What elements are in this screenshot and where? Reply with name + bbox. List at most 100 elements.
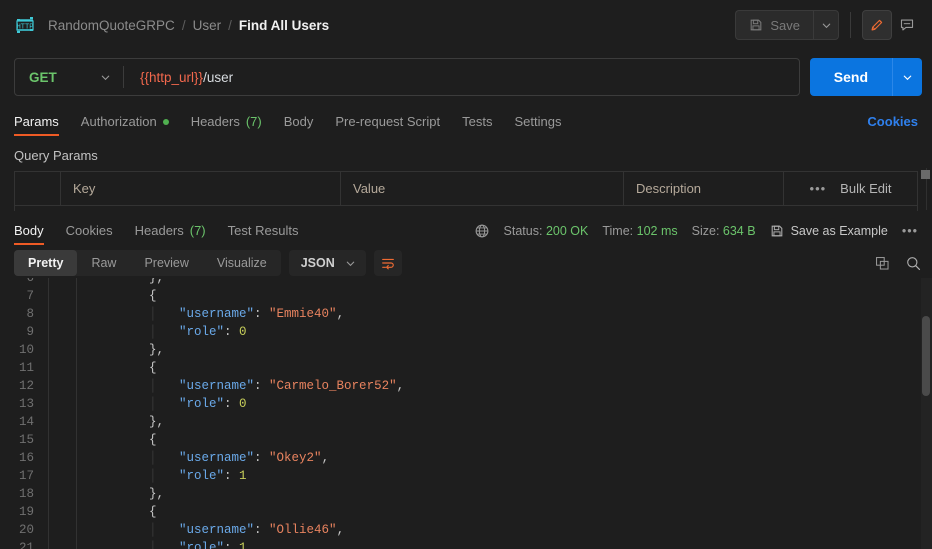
line-number: 10 <box>18 343 34 357</box>
ellipsis-icon[interactable]: ••• <box>810 181 827 196</box>
url-path: /user <box>203 69 234 85</box>
tab-settings-label: Settings <box>514 114 562 129</box>
code-token-num: 0 <box>239 397 247 411</box>
line-number: 19 <box>18 505 34 519</box>
comment-button[interactable] <box>892 10 922 40</box>
http-protocol-icon: HTTP <box>14 15 36 35</box>
send-options-button[interactable] <box>892 58 922 96</box>
code-line: 20 │ "username": "Ollie46", <box>0 521 932 539</box>
indent-guide <box>89 343 149 357</box>
comment-icon <box>899 17 915 33</box>
cookies-link[interactable]: Cookies <box>867 114 918 136</box>
code-token-punc: }, <box>149 278 165 285</box>
size-label: Size: <box>691 224 720 238</box>
response-body-viewer[interactable]: 6 }, 7 {8 │ "username": "Emmie40", 9 │ "ro… <box>0 278 932 549</box>
search-icon[interactable] <box>905 255 922 272</box>
code-token-num: 1 <box>239 541 247 549</box>
copy-icon[interactable] <box>874 255 891 272</box>
response-tab-cookies[interactable]: Cookies <box>66 223 113 245</box>
status-value: 200 OK <box>545 224 589 238</box>
code-token-punc: , <box>336 523 345 537</box>
save-button[interactable]: Save <box>735 10 813 40</box>
code-token-punc: }, <box>149 415 165 429</box>
code-line: 7 { <box>0 287 932 305</box>
breadcrumb-collection[interactable]: RandomQuoteGRPC <box>48 18 175 33</box>
indent-guide <box>89 289 149 303</box>
tab-headers[interactable]: Headers (7) <box>191 114 262 136</box>
code-text: }, <box>77 343 164 357</box>
code-token-punc: : <box>224 541 240 549</box>
code-text: }, <box>77 278 164 285</box>
send-button[interactable]: Send <box>809 58 892 96</box>
http-method-value: GET <box>29 69 57 85</box>
code-token-str: "Okey2" <box>269 451 322 465</box>
tab-tests[interactable]: Tests <box>462 114 492 136</box>
breadcrumb-request[interactable]: Find All Users <box>239 18 329 33</box>
chevron-down-icon <box>821 20 832 31</box>
gutter-divider <box>48 449 49 467</box>
line-number: 18 <box>18 487 34 501</box>
gutter-divider <box>48 467 49 485</box>
response-format-select[interactable]: JSON <box>288 250 366 276</box>
indent-guide: │ <box>89 523 180 537</box>
code-line: 15 { <box>0 431 932 449</box>
response-scrollbar[interactable] <box>921 278 932 549</box>
word-wrap-button[interactable] <box>373 250 402 276</box>
save-options-button[interactable] <box>813 10 839 40</box>
response-more-icon[interactable]: ••• <box>902 224 918 238</box>
view-mode-raw[interactable]: Raw <box>77 250 130 276</box>
code-token-punc: : <box>254 451 270 465</box>
gutter-divider <box>48 278 49 287</box>
select-all-checkbox-cell[interactable] <box>15 172 61 205</box>
response-scrollbar-thumb[interactable] <box>922 316 930 396</box>
globe-icon[interactable] <box>474 223 490 239</box>
view-mode-visualize[interactable]: Visualize <box>203 250 281 276</box>
params-scrollbar-thumb[interactable] <box>921 170 930 179</box>
request-tabs: Params Authorization Headers (7) Body Pr… <box>0 104 932 136</box>
save-as-example-button[interactable]: Save as Example <box>770 224 888 238</box>
breadcrumb-folder[interactable]: User <box>193 18 222 33</box>
response-tab-test-results[interactable]: Test Results <box>228 223 299 245</box>
code-token-punc: : <box>254 523 270 537</box>
response-tab-headers-count: (7) <box>189 223 206 238</box>
response-meta: Status: 200 OK Time: 102 ms Size: 634 B … <box>474 223 918 245</box>
indent-guide <box>89 487 149 501</box>
query-params-table: Key Value Description ••• Bulk Edit <box>14 171 918 211</box>
response-tab-headers[interactable]: Headers (7) <box>135 223 206 245</box>
view-mode-preview[interactable]: Preview <box>130 250 202 276</box>
code-line: 18 }, <box>0 485 932 503</box>
line-number: 14 <box>18 415 34 429</box>
time-badge: Time: 102 ms <box>602 224 677 238</box>
tab-pre-request-script-label: Pre-request Script <box>335 114 441 129</box>
gutter-divider <box>48 359 49 377</box>
code-token-punc: , <box>321 451 330 465</box>
code-line: 21 │ "role": 1 <box>0 539 932 549</box>
tab-body[interactable]: Body <box>284 114 314 136</box>
code-token-punc: { <box>149 505 157 519</box>
response-tab-headers-label: Headers <box>134 223 184 238</box>
tab-settings[interactable]: Settings <box>514 114 561 136</box>
http-method-select[interactable]: GET <box>15 59 123 95</box>
url-input[interactable]: {{http_url}}/user <box>124 70 799 85</box>
column-header-description: Description <box>624 172 784 205</box>
tab-params[interactable]: Params <box>14 114 59 136</box>
code-token-key: "username" <box>179 523 255 537</box>
edit-request-button[interactable] <box>862 10 892 40</box>
line-number: 17 <box>18 469 34 483</box>
gutter-divider <box>48 431 49 449</box>
svg-text:HTTP: HTTP <box>17 23 34 31</box>
code-token-num: 0 <box>239 325 247 339</box>
code-token-punc: : <box>224 325 240 339</box>
tab-pre-request-script[interactable]: Pre-request Script <box>335 114 440 136</box>
view-mode-pretty[interactable]: Pretty <box>14 250 78 276</box>
response-tab-body[interactable]: Body <box>14 223 44 245</box>
url-variable: {{http_url}} <box>140 69 204 85</box>
top-bar-actions: Save <box>735 10 922 40</box>
response-format-value: JSON <box>300 256 335 270</box>
code-token-key: "username" <box>179 307 255 321</box>
code-line: 16 │ "username": "Okey2", <box>0 449 932 467</box>
tab-authorization[interactable]: Authorization <box>81 114 169 136</box>
code-text: { <box>77 505 157 519</box>
status-badge: Status: 200 OK <box>504 224 589 238</box>
bulk-edit-button[interactable]: Bulk Edit <box>840 181 891 196</box>
